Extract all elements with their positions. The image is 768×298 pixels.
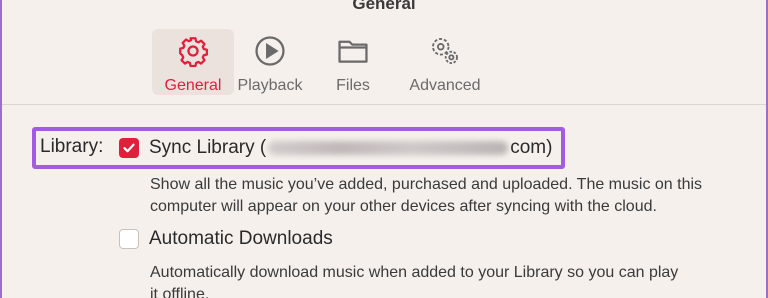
gears-icon [428, 34, 462, 73]
auto-desc-line2: it offline. [150, 286, 210, 298]
sync-library-option: Sync Library ( com) [119, 137, 552, 159]
sync-library-label: Sync Library ( [149, 137, 267, 158]
library-row: Library: [40, 136, 103, 158]
tab-general-label: General [164, 77, 222, 94]
auto-downloads-description: Automatically download music when added … [150, 262, 678, 298]
folder-icon [336, 34, 370, 73]
gear-icon [176, 34, 210, 73]
preferences-toolbar: General Playback Files Advanced [152, 29, 490, 95]
toolbar-divider [2, 104, 766, 105]
sync-library-checkbox[interactable] [119, 138, 139, 158]
library-label: Library: [40, 136, 104, 157]
sync-desc-line2: computer will appear on your other devic… [150, 198, 657, 215]
auto-downloads-checkbox[interactable] [119, 229, 139, 249]
tab-advanced[interactable]: Advanced [400, 29, 490, 95]
redacted-email [268, 141, 509, 155]
tab-playback-label: Playback [237, 77, 303, 94]
checkmark-icon [123, 143, 135, 153]
tab-advanced-label: Advanced [409, 77, 481, 94]
auto-downloads-option: Automatic Downloads [119, 228, 333, 250]
tab-general[interactable]: General [152, 29, 234, 95]
tab-files-label: Files [336, 77, 370, 94]
auto-downloads-label: Automatic Downloads [149, 228, 333, 249]
tab-files[interactable]: Files [306, 29, 400, 95]
preferences-window: General General Playback Files Advanced … [0, 0, 768, 298]
email-suffix: com) [510, 137, 553, 158]
window-title: General [352, 0, 416, 13]
auto-desc-line1: Automatically download music when added … [150, 264, 679, 281]
play-circle-icon [253, 34, 287, 73]
tab-playback[interactable]: Playback [234, 29, 306, 95]
sync-desc-line1: Show all the music you’ve added, purchas… [150, 176, 703, 193]
sync-library-description: Show all the music you’ve added, purchas… [150, 174, 702, 218]
